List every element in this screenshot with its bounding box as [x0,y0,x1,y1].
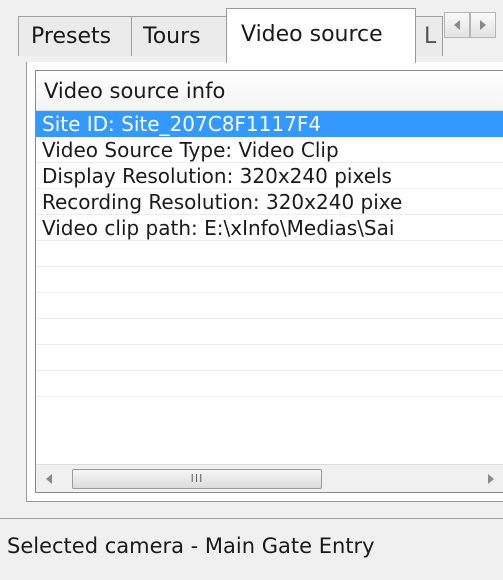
list-item[interactable]: Video clip path: E:\xInfo\Medias\Sai [36,215,503,241]
tab-scroll-buttons [444,12,496,38]
status-text: Selected camera - Main Gate Entry [7,534,375,558]
divider [0,518,503,519]
tab-scroll-right-button[interactable] [470,12,496,38]
tab-partial[interactable]: L [415,16,443,56]
tab-tours[interactable]: Tours [131,16,227,56]
empty-row [36,345,503,371]
scroll-thumb[interactable]: III [72,468,322,489]
empty-row [36,241,503,267]
column-header-video-source-info[interactable]: Video source info [36,71,503,111]
empty-row [36,293,503,319]
tab-presets[interactable]: Presets [18,16,132,56]
arrow-left-icon [46,473,52,484]
scroll-right-button[interactable] [478,466,503,492]
empty-row [36,319,503,345]
list-item[interactable]: Display Resolution: 320x240 pixels [36,163,503,189]
tab-video-source[interactable]: Video source [226,8,416,63]
arrow-right-icon [488,473,494,484]
tab-page-video-source: Video source info Site ID: Site_207C8F11… [26,62,503,502]
arrow-right-icon [480,20,486,30]
empty-row [36,371,503,397]
empty-row [36,267,503,293]
list-item[interactable]: Video Source Type: Video Clip [36,137,503,163]
horizontal-scrollbar[interactable]: III [36,464,503,492]
arrow-left-icon [454,20,460,30]
list-item[interactable]: Site ID: Site_207C8F1117F4 [36,111,503,137]
tab-strip: Presets Tours Video source L [0,0,503,63]
list-item[interactable]: Recording Resolution: 320x240 pixe [36,189,503,215]
thumb-grip: III [190,472,204,485]
video-source-list[interactable]: Video source info Site ID: Site_207C8F11… [35,70,503,493]
scroll-left-button[interactable] [36,466,62,492]
tab-scroll-left-button[interactable] [444,12,470,38]
scroll-track[interactable]: III [62,468,478,490]
